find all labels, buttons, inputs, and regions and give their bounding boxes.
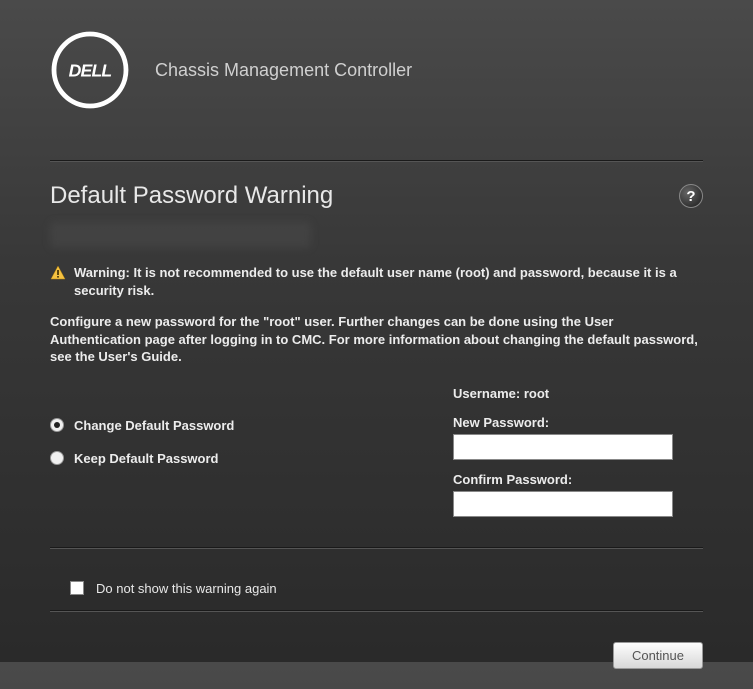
radio-label-change: Change Default Password [74, 418, 234, 433]
confirm-password-label: Confirm Password: [453, 472, 703, 487]
svg-text:DELL: DELL [69, 60, 112, 80]
radio-input-keep[interactable] [50, 451, 64, 465]
radio-keep-default-password[interactable]: Keep Default Password [50, 451, 423, 466]
dont-show-again-checkbox[interactable] [70, 581, 84, 595]
username-display: Username: root [453, 386, 703, 401]
radio-change-default-password[interactable]: Change Default Password [50, 418, 423, 433]
new-password-input[interactable] [453, 434, 673, 460]
header: DELL Chassis Management Controller [50, 30, 703, 140]
divider [50, 610, 703, 612]
dell-logo-icon: DELL [50, 30, 130, 110]
help-icon[interactable]: ? [679, 184, 703, 208]
page-title: Default Password Warning [50, 182, 333, 210]
instruction-text: Configure a new password for the "root" … [50, 313, 703, 366]
divider [50, 160, 703, 162]
divider [50, 547, 703, 549]
new-password-label: New Password: [453, 415, 703, 430]
obscured-text [50, 222, 311, 248]
radio-input-change[interactable] [50, 418, 64, 432]
continue-button[interactable]: Continue [613, 642, 703, 669]
warning-text: Warning: It is not recommended to use th… [74, 264, 703, 299]
dont-show-again-label: Do not show this warning again [96, 581, 277, 596]
warning-message: Warning: It is not recommended to use th… [50, 264, 703, 299]
warning-triangle-icon [50, 265, 66, 281]
radio-label-keep: Keep Default Password [74, 451, 219, 466]
confirm-password-input[interactable] [453, 491, 673, 517]
product-name: Chassis Management Controller [155, 60, 412, 81]
